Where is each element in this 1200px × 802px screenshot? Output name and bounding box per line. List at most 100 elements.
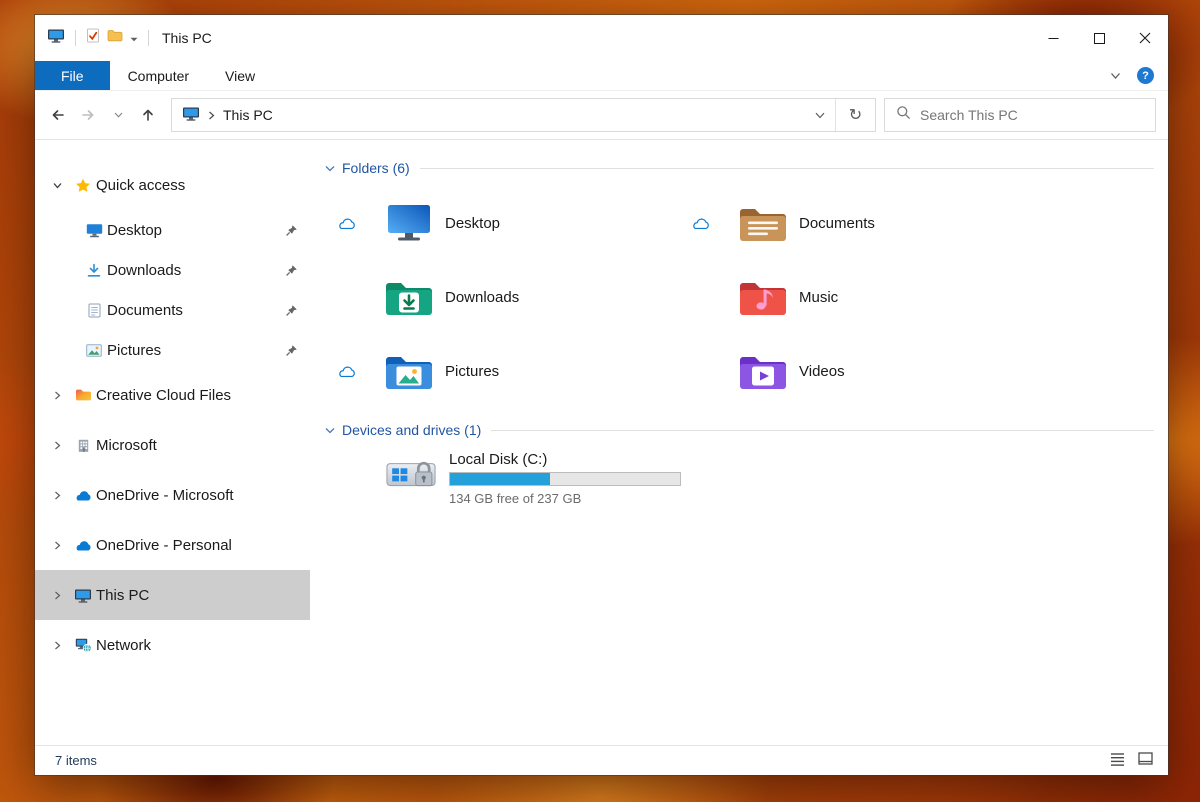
tab-file[interactable]: File: [35, 61, 110, 90]
sidebar-item-label: OneDrive - Personal: [96, 536, 232, 554]
help-icon[interactable]: ?: [1137, 67, 1154, 84]
details-view-icon[interactable]: [1109, 752, 1126, 769]
sidebar-item-label: Downloads: [107, 261, 182, 279]
recent-locations-chevron-icon[interactable]: [103, 100, 133, 130]
this-pc-icon: [182, 106, 200, 124]
folder-tile-downloads[interactable]: Downloads: [325, 260, 679, 334]
sidebar-item-this-pc[interactable]: This PC: [35, 570, 310, 620]
search-box[interactable]: [884, 98, 1156, 132]
sidebar-item-documents[interactable]: Documents: [35, 290, 310, 330]
sidebar-item-label: Documents: [107, 301, 183, 319]
chevron-right-icon[interactable]: [53, 591, 62, 600]
folder-name: Pictures: [445, 362, 500, 380]
sidebar-item-label: Quick access: [96, 176, 186, 194]
chevron-right-icon[interactable]: [53, 491, 62, 500]
breadcrumb[interactable]: This PC: [172, 99, 805, 131]
sidebar-item-onedrive-personal[interactable]: OneDrive - Personal: [35, 520, 310, 570]
customize-toolbar-chevron-icon[interactable]: [130, 29, 138, 47]
toolbar-separator: [148, 30, 149, 46]
minimize-button[interactable]: [1030, 15, 1076, 61]
new-folder-icon[interactable]: [107, 29, 123, 47]
sidebar-item-network[interactable]: Network: [35, 620, 310, 670]
folder-tile-videos[interactable]: Videos: [679, 334, 1033, 408]
sidebar-item-onedrive-microsoft[interactable]: OneDrive - Microsoft: [35, 470, 310, 520]
group-header-folders[interactable]: Folders (6): [325, 156, 1154, 180]
sidebar-item-label: Pictures: [107, 341, 162, 359]
properties-icon[interactable]: [86, 28, 100, 48]
star-icon: [74, 178, 92, 193]
tab-computer[interactable]: Computer: [110, 61, 207, 90]
disk-usage-bar-fill: [450, 473, 551, 485]
up-button[interactable]: [133, 100, 163, 130]
local-disk-icon: [386, 461, 436, 487]
sidebar-item-downloads[interactable]: Downloads: [35, 250, 310, 290]
sidebar-item-desktop[interactable]: Desktop: [35, 210, 310, 250]
back-button[interactable]: [43, 100, 73, 130]
chevron-right-icon[interactable]: [53, 441, 62, 450]
onedrive-status-cloud-icon: [337, 217, 356, 230]
sidebar-item-label: OneDrive - Microsoft: [96, 486, 234, 504]
chevron-down-icon[interactable]: [53, 181, 62, 190]
sidebar-item-creative-cloud-files[interactable]: Creative Cloud Files: [35, 370, 310, 420]
desktop-icon: [85, 223, 103, 238]
drive-free-space: 134 GB free of 237 GB: [449, 491, 582, 506]
drive-tile-local-disk[interactable]: Local Disk (C:) 134 GB free of 237 GB: [325, 450, 1154, 506]
folder-name: Documents: [799, 214, 875, 232]
folder-name: Music: [799, 288, 839, 306]
disk-usage-bar: [449, 472, 681, 486]
computer-icon: [74, 588, 92, 603]
tab-view[interactable]: View: [207, 61, 273, 90]
folder-name: Desktop: [445, 214, 501, 232]
folder-tile-desktop[interactable]: Desktop: [325, 186, 679, 260]
group-header-devices[interactable]: Devices and drives (1): [325, 418, 1154, 442]
chevron-right-icon[interactable]: [53, 541, 62, 550]
address-dropdown-chevron-icon[interactable]: [805, 99, 835, 131]
building-icon: [74, 438, 92, 453]
creative-cloud-icon: [74, 388, 92, 402]
desktop-folder-icon: [388, 205, 430, 241]
search-input[interactable]: [920, 107, 1144, 123]
sidebar-item-label: Creative Cloud Files: [96, 386, 232, 404]
group-label: Folders (6): [342, 160, 410, 176]
chevron-right-icon[interactable]: [53, 641, 62, 650]
maximize-button[interactable]: [1076, 15, 1122, 61]
this-pc-icon: [47, 28, 65, 48]
address-bar[interactable]: This PC ↻: [171, 98, 876, 132]
folder-tile-pictures[interactable]: Pictures: [325, 334, 679, 408]
onedrive-status-cloud-icon: [337, 365, 356, 378]
sidebar-item-label: This PC: [96, 586, 150, 604]
toolbar-separator: [75, 30, 76, 46]
pin-icon: [285, 344, 298, 357]
group-divider-line: [491, 429, 1154, 431]
downloads-folder-icon: [386, 283, 432, 315]
chevron-down-icon[interactable]: [325, 164, 335, 173]
folder-tile-documents[interactable]: Documents: [679, 186, 1033, 260]
pin-icon: [285, 224, 298, 237]
pin-icon: [285, 304, 298, 317]
sidebar-item-microsoft[interactable]: Microsoft: [35, 420, 310, 470]
sidebar-item-pictures[interactable]: Pictures: [35, 330, 310, 370]
sidebar-item-label: Network: [96, 636, 152, 654]
close-button[interactable]: [1122, 15, 1168, 61]
breadcrumb-location[interactable]: This PC: [223, 107, 273, 123]
chevron-right-icon[interactable]: [53, 391, 62, 400]
forward-button[interactable]: [73, 100, 103, 130]
items-count: 7 items: [55, 753, 97, 768]
onedrive-cloud-icon: [74, 489, 92, 502]
chevron-down-icon[interactable]: [325, 426, 335, 435]
large-icons-view-icon[interactable]: [1138, 752, 1154, 769]
file-explorer-window: This PC File Computer View ? This PC ↻ S…: [34, 14, 1169, 776]
expand-ribbon-chevron-icon[interactable]: [1110, 67, 1121, 85]
folder-name: Downloads: [445, 288, 520, 306]
music-folder-icon: [740, 283, 786, 315]
breadcrumb-chevron-icon[interactable]: [208, 107, 215, 123]
sidebar-item-quick-access[interactable]: Quick access: [35, 160, 310, 210]
download-icon: [85, 263, 103, 278]
refresh-button[interactable]: ↻: [835, 99, 875, 131]
documents-folder-icon: [740, 209, 786, 241]
window-title: This PC: [162, 30, 212, 46]
navigation-bar: This PC ↻: [35, 91, 1168, 140]
folder-name: Videos: [799, 362, 845, 380]
folder-tile-music[interactable]: Music: [679, 260, 1033, 334]
group-divider-line: [419, 167, 1154, 169]
